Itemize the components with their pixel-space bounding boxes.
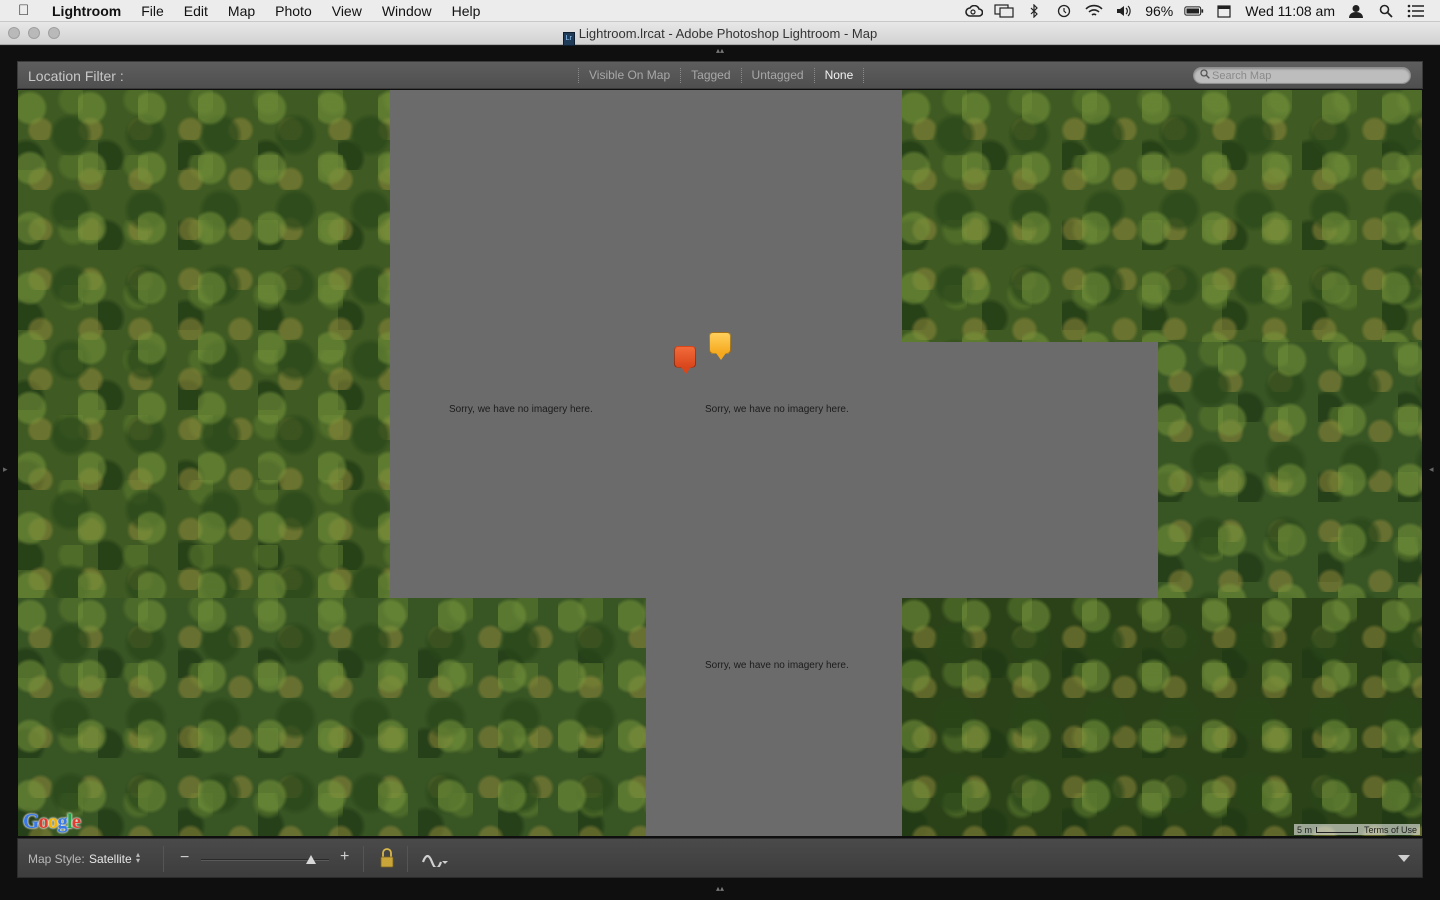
creative-cloud-icon[interactable] [964,4,984,18]
menu-bar:  Lightroom File Edit Map Photo View Win… [0,0,1440,22]
satellite-tile [18,598,646,836]
battery-icon[interactable] [1184,4,1204,18]
photo-marker-red[interactable] [674,346,696,374]
map-view[interactable]: Sorry, we have no imagery here. Sorry, w… [18,90,1422,836]
menu-window[interactable]: Window [372,0,442,22]
scale-bar [1315,826,1358,833]
window-title-text: Lightroom.lrcat - Adobe Photoshop Lightr… [578,26,878,41]
lightroom-catalog-icon: Lr [562,32,575,46]
empty-tile [646,598,902,836]
top-panel-toggle-icon[interactable]: ▴▴ [714,47,726,55]
filter-none[interactable]: None [813,68,865,83]
satellite-tile [902,598,1422,836]
select-arrows-icon[interactable]: ▴ ▾ [136,851,140,865]
terms-of-use-link[interactable]: Terms of Use [1364,825,1417,835]
search-map-input[interactable] [1212,69,1402,82]
no-imagery-message: Sorry, we have no imagery here. [449,404,593,415]
bluetooth-icon[interactable] [1024,4,1044,18]
filter-untagged[interactable]: Untagged [740,68,814,83]
zoom-in-button[interactable]: + [340,848,349,866]
notification-center-icon[interactable] [1406,4,1426,18]
location-filter-bar: Location Filter : Visible On Map Tagged … [17,61,1423,89]
scale-label: 5 m [1296,824,1312,835]
menu-help[interactable]: Help [442,0,491,22]
no-imagery-message: Sorry, we have no imagery here. [705,660,849,671]
menu-map[interactable]: Map [218,0,265,22]
empty-tile [390,90,902,598]
no-imagery-message: Sorry, we have no imagery here. [705,404,849,415]
battery-percentage[interactable]: 96% [1145,3,1173,19]
satellite-tile [1158,342,1422,598]
lock-markers-icon[interactable] [380,847,394,869]
empty-tile [902,342,1158,598]
filter-visible-on-map[interactable]: Visible On Map [578,68,680,83]
window-title: Lr Lightroom.lrcat - Adobe Photoshop Ligh… [0,26,1440,46]
bottom-panel-toggle-icon[interactable]: ▴▴ [714,885,726,893]
location-filter-label: Location Filter : [28,68,124,84]
wifi-icon[interactable] [1084,4,1104,18]
zoom-slider-thumb[interactable] [306,855,317,864]
tracklog-icon[interactable] [421,851,448,870]
map-scale: 5 m Terms of Use [1293,824,1420,835]
right-panel-toggle-icon[interactable]: ◂ [1429,464,1437,474]
window-title-bar: Lr Lightroom.lrcat - Adobe Photoshop Ligh… [0,22,1440,46]
toolbar-divider [407,846,408,872]
satellite-tile [18,90,390,598]
satellite-tile [902,90,1422,342]
calendar-icon[interactable] [1214,4,1234,18]
location-filter-options: Visible On Map Tagged Untagged None [578,68,865,83]
lightroom-workspace: ▴▴ ▸ ◂ Location Filter : Visible On Map … [0,46,1440,900]
toolbar-content-menu-icon[interactable] [1398,855,1410,862]
toolbar-divider [163,846,164,872]
google-logo: Google [23,809,81,833]
left-panel-toggle-icon[interactable]: ▸ [3,464,11,474]
photo-marker-yellow[interactable] [709,332,731,360]
spotlight-icon[interactable] [1376,4,1396,18]
menu-clock[interactable]: Wed 11:08 am [1245,3,1335,19]
apple-menu-icon[interactable]:  [18,2,40,19]
menu-app-lightroom[interactable]: Lightroom [40,0,131,22]
toolbar-divider [363,846,364,872]
search-map-box[interactable] [1193,67,1411,84]
zoom-out-button[interactable]: − [180,849,189,867]
menu-file[interactable]: File [131,0,174,22]
menu-photo[interactable]: Photo [265,0,322,22]
map-style-label: Map Style: [28,852,85,866]
user-icon[interactable] [1346,4,1366,18]
search-icon [1200,69,1210,82]
time-machine-icon[interactable] [1054,4,1074,18]
menu-view[interactable]: View [322,0,372,22]
filter-tagged[interactable]: Tagged [680,68,740,83]
volume-icon[interactable] [1114,4,1134,18]
display-mirroring-icon[interactable] [994,4,1014,18]
map-toolbar: Map Style: Satellite ▴ ▾ − + [17,838,1423,878]
menu-edit[interactable]: Edit [174,0,218,22]
map-style-select[interactable]: Satellite [89,852,132,866]
